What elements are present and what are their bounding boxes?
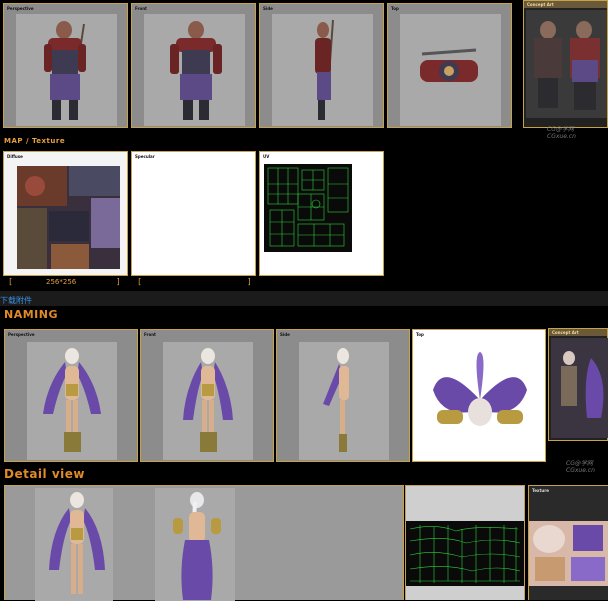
panel-label: Side [263,6,273,11]
panel-diffuse: Diffuse [3,151,128,276]
elf-figure-image [323,348,349,452]
concept-art-image [551,338,608,438]
panel-label: Concept Art [524,1,607,8]
panel-label: Top [391,6,399,11]
panel-perspective-warrior: Perspective [3,3,128,128]
download-bar [0,291,608,306]
uv-map-image [406,521,524,586]
panel-detail-uv [405,485,525,600]
panel-label: Top [416,332,424,337]
panel-label: Diffuse [7,154,23,159]
panel-front-warrior: Front [131,3,256,128]
panel-label: Front [135,6,147,11]
panel-label: Perspective [7,6,34,11]
elf-detail-back-image [173,492,221,600]
panel-specular: Specular [131,151,256,276]
panel-detail-texture: Texture [528,485,608,600]
diffuse-size-label: 256*256 [46,278,77,286]
download-attachment-link[interactable]: 下载附件 [0,295,32,306]
bracket-right: ] [116,277,121,286]
elf-detail-front-image [49,492,105,594]
concept-art-image [526,10,607,118]
bracket-left: [ [137,277,142,286]
elf-top-image [433,352,527,426]
detail-section-title: Detail view [4,467,85,481]
warrior-figure-image [315,19,334,120]
panel-concept-art-elf: Concept Art [548,328,608,441]
elf-figure-image [183,348,233,452]
watermark-line: CG@学网 [547,126,574,133]
watermark: CG@学网 CGxue.cn [547,124,576,140]
panel-label: Concept Art [549,329,607,336]
panel-label: Perspective [8,332,35,337]
diffuse-texture-image [17,166,120,269]
warrior-top-image [420,48,478,82]
watermark-line: CGxue.cn [566,467,595,474]
warrior-figure-image [170,21,222,120]
panel-side-warrior: Side [259,3,384,128]
elf-figure-image [43,348,101,452]
panel-detail-view [4,485,404,601]
panel-perspective-elf: Perspective [4,329,138,462]
watermark-line: CG@学网 [566,460,593,467]
panel-concept-art-warrior: Concept Art [523,0,608,128]
panel-label: Specular [135,154,155,159]
bracket-right: ] [247,277,252,286]
panel-uv: UV [259,151,384,276]
panel-label: Front [144,332,156,337]
map-section-title: MAP / Texture [4,137,66,145]
watermark-line: CGxue.cn [547,133,576,140]
panel-side-elf: Side [276,329,410,462]
panel-label: UV [263,154,270,159]
panel-top-elf: Top [412,329,546,462]
detail-texture-image [529,521,608,586]
panel-label: Side [280,332,290,337]
warrior-figure-image [44,21,86,120]
bracket-left: [ [8,277,13,286]
panel-front-elf: Front [140,329,274,462]
panel-top-warrior: Top [387,3,512,128]
naming-section-title: NAMING [4,308,58,321]
uv-map-image [264,164,352,252]
panel-label: Texture [532,488,549,493]
watermark: CG@学网 CGxue.cn [566,458,595,474]
